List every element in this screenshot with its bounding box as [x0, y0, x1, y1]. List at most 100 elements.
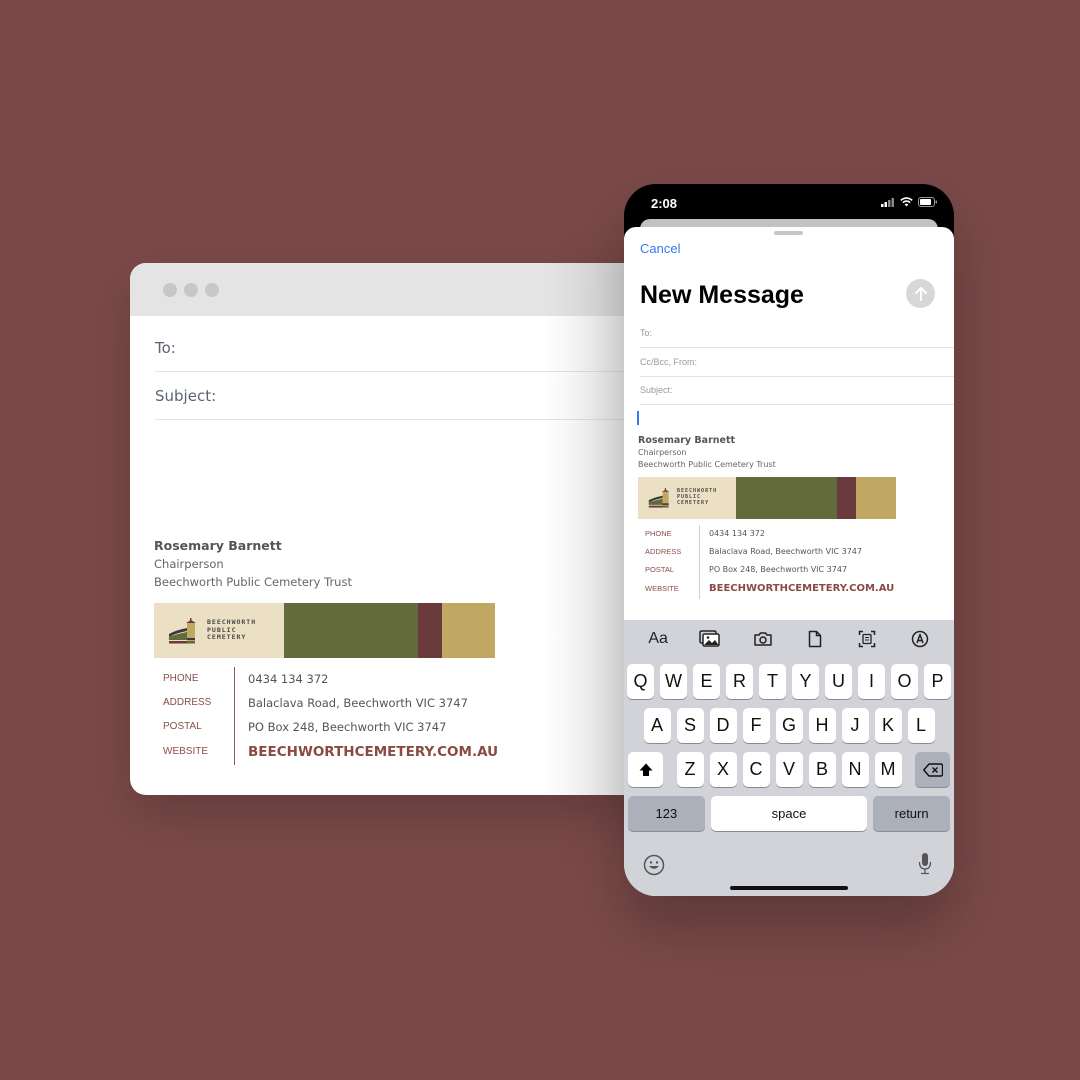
contact-values: 0434 134 372 Balaclava Road, Beechworth … — [235, 667, 498, 765]
delete-key[interactable] — [915, 752, 950, 787]
key-p[interactable]: P — [924, 664, 951, 699]
minimize-window-dot[interactable] — [184, 283, 198, 297]
postal-value: PO Box 248, Beechworth VIC 3747 — [709, 565, 848, 574]
postal-label: POSTAL — [163, 721, 202, 732]
address-label: ADDRESS — [645, 547, 682, 556]
keyboard-row-1: Q W E R T Y U I O P — [624, 664, 954, 699]
shift-key[interactable] — [628, 752, 663, 787]
key-u[interactable]: U — [825, 664, 852, 699]
key-q[interactable]: Q — [627, 664, 654, 699]
markup-icon[interactable] — [906, 625, 934, 653]
key-d[interactable]: D — [709, 708, 737, 743]
key-o[interactable]: O — [891, 664, 918, 699]
numbers-key[interactable]: 123 — [628, 796, 705, 831]
arrow-up-icon — [914, 286, 927, 301]
logo-wordmark: BEECHWORTH PUBLIC CEMETERY — [677, 489, 717, 506]
microphone-icon[interactable] — [918, 852, 932, 881]
keyboard-bottom-bar — [624, 842, 954, 892]
key-x[interactable]: X — [709, 752, 737, 787]
emoji-icon[interactable] — [643, 854, 665, 881]
to-field[interactable]: To: — [155, 325, 690, 372]
keyboard-toolbar: Aa — [624, 620, 954, 658]
key-s[interactable]: S — [676, 708, 704, 743]
address-label: ADDRESS — [163, 697, 212, 708]
key-t[interactable]: T — [759, 664, 786, 699]
send-button[interactable] — [906, 279, 935, 308]
letter-keys: Z X C V B N M — [676, 752, 902, 787]
key-r[interactable]: R — [726, 664, 753, 699]
key-a[interactable]: A — [643, 708, 671, 743]
key-c[interactable]: C — [742, 752, 770, 787]
status-icons — [881, 197, 938, 207]
key-h[interactable]: H — [808, 708, 836, 743]
postal-label: POSTAL — [645, 565, 675, 574]
wifi-icon — [900, 197, 913, 207]
key-e[interactable]: E — [693, 664, 720, 699]
phone-value[interactable]: 0434 134 372 — [709, 525, 894, 543]
photo-library-icon[interactable] — [696, 625, 724, 653]
scan-document-icon[interactable] — [853, 625, 881, 653]
logo-line: CEMETERY — [207, 633, 247, 642]
phone-value[interactable]: 0434 134 372 — [248, 667, 498, 691]
keyboard-row-2: A S D F G H J K L — [624, 708, 954, 743]
cc-bcc-from-field[interactable]: Cc/Bcc, From: — [640, 348, 954, 377]
return-key[interactable]: return — [873, 796, 950, 831]
key-l[interactable]: L — [907, 708, 935, 743]
signature-title: Chairperson — [638, 448, 687, 457]
website-label: WEBSITE — [163, 746, 209, 757]
cemetery-logo: BEECHWORTH PUBLIC CEMETERY — [638, 477, 736, 519]
postal-value: PO Box 248, Beechworth VIC 3747 — [248, 720, 447, 734]
key-m[interactable]: M — [874, 752, 902, 787]
signature-name: Rosemary Barnett — [154, 538, 282, 553]
website-link[interactable]: BEECHWORTHCEMETERY.COM.AU — [248, 739, 498, 765]
keyboard-row-4: 123 space return — [624, 796, 954, 831]
contact-details: PHONE ADDRESS POSTAL WEBSITE 0434 134 37… — [154, 667, 498, 765]
compose-sheet: Cancel New Message To: Cc/Bcc, From: Sub… — [624, 227, 954, 896]
key-n[interactable]: N — [841, 752, 869, 787]
website-link[interactable]: BEECHWORTHCEMETERY.COM.AU — [709, 579, 894, 599]
close-window-dot[interactable] — [163, 283, 177, 297]
key-i[interactable]: I — [858, 664, 885, 699]
home-indicator[interactable] — [730, 886, 848, 890]
subject-label: Subject: — [640, 385, 673, 395]
signature-name: Rosemary Barnett — [638, 435, 736, 446]
sheet-grabber[interactable] — [774, 231, 803, 235]
key-f[interactable]: F — [742, 708, 770, 743]
key-v[interactable]: V — [775, 752, 803, 787]
to-field[interactable]: To: — [640, 319, 954, 348]
key-w[interactable]: W — [660, 664, 687, 699]
subject-field[interactable]: Subject: — [155, 373, 690, 420]
document-icon[interactable] — [801, 625, 829, 653]
address-value: Balaclava Road, Beechworth VIC 3747 — [248, 696, 468, 710]
banner-wine-block — [837, 477, 856, 519]
keyboard: Aa Q W E R T Y U I O P A S D F G H J K L… — [624, 620, 954, 896]
backspace-icon — [922, 762, 943, 777]
banner-olive-block — [736, 477, 837, 519]
banner-wine-block — [418, 603, 442, 658]
format-button[interactable]: Aa — [644, 625, 672, 653]
key-k[interactable]: K — [874, 708, 902, 743]
phone-label: PHONE — [645, 529, 672, 538]
key-j[interactable]: J — [841, 708, 869, 743]
signature-banner: BEECHWORTH PUBLIC CEMETERY — [638, 477, 896, 519]
cemetery-logo-icon — [648, 488, 670, 508]
key-b[interactable]: B — [808, 752, 836, 787]
contact-values: 0434 134 372 Balaclava Road, Beechworth … — [700, 525, 894, 599]
phone-label: PHONE — [163, 673, 199, 684]
subject-field[interactable]: Subject: — [640, 376, 954, 405]
logo-wordmark: BEECHWORTH PUBLIC CEMETERY — [207, 618, 256, 642]
window-titlebar — [130, 263, 690, 316]
space-key[interactable]: space — [710, 796, 868, 831]
contact-details: PHONE ADDRESS POSTAL WEBSITE 0434 134 37… — [638, 525, 896, 599]
key-y[interactable]: Y — [792, 664, 819, 699]
key-z[interactable]: Z — [676, 752, 704, 787]
signature-title: Chairperson — [154, 557, 224, 571]
maximize-window-dot[interactable] — [205, 283, 219, 297]
to-label: To: — [640, 328, 653, 338]
signal-icon — [881, 197, 894, 207]
key-g[interactable]: G — [775, 708, 803, 743]
status-bar: 2:08 — [624, 184, 954, 224]
shift-arrow-icon — [639, 763, 652, 776]
camera-icon[interactable] — [749, 625, 777, 653]
cancel-button[interactable]: Cancel — [640, 241, 680, 256]
